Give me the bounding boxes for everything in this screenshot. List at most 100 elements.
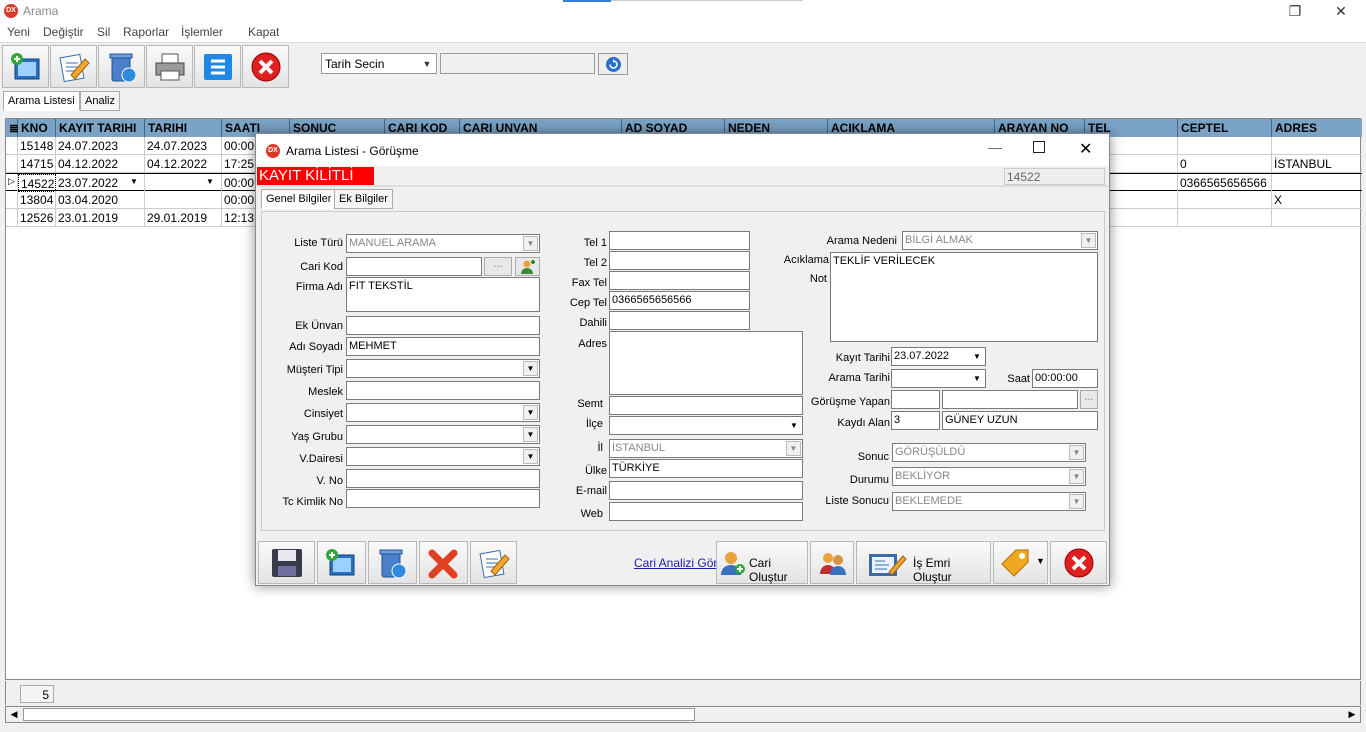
adres-input[interactable]: [609, 331, 803, 395]
tag-icon: [1001, 549, 1029, 577]
cinsiyet-select[interactable]: ▼: [346, 403, 540, 422]
liste-sonucu-select[interactable]: BEKLEMEDE ▼: [892, 492, 1086, 511]
tel2-input[interactable]: [609, 251, 750, 270]
saat-input[interactable]: 00:00:00: [1032, 369, 1098, 388]
musteri-tipi-select[interactable]: ▼: [346, 359, 540, 378]
liste-turu-select[interactable]: MANUEL ARAMA ▼: [346, 234, 540, 253]
close-dialog-icon[interactable]: ✕: [1079, 139, 1092, 159]
edit-record-button[interactable]: [470, 541, 517, 584]
kaydi-alan-code[interactable]: 3: [891, 411, 940, 430]
close-window-icon[interactable]: ✕: [1318, 0, 1364, 24]
scroll-right-icon[interactable]: ▶: [1344, 707, 1360, 722]
scroll-left-icon[interactable]: ◀: [6, 707, 22, 722]
is-emri-olustur-button[interactable]: İş Emri Oluştur: [856, 541, 991, 584]
col-ceptel[interactable]: CEPTEL: [1178, 119, 1272, 137]
arama-tarihi-date[interactable]: ▼: [891, 369, 986, 388]
label-saat: Saat: [1007, 373, 1030, 385]
label-gorusme-yapan: Görüşme Yapan: [810, 396, 890, 408]
ulke-input[interactable]: TÜRKİYE: [609, 459, 803, 478]
arama-nedeni-select[interactable]: BİLGİ ALMAK ▼: [902, 231, 1098, 250]
menu-degistir[interactable]: Değiştir: [43, 25, 84, 39]
new-button[interactable]: [317, 541, 366, 584]
cell-kayit-tarihi: 03.04.2020: [56, 191, 145, 209]
tab-ek-bilgiler[interactable]: Ek Bilgiler: [334, 189, 393, 209]
tag-button[interactable]: ▼: [993, 541, 1048, 584]
date-select[interactable]: Tarih Secin ▼: [321, 53, 437, 74]
add-cari-button[interactable]: [515, 257, 540, 276]
kayit-tarihi-date[interactable]: 23.07.2022 ▼: [891, 347, 986, 366]
menu-islemler[interactable]: İşlemler: [181, 25, 223, 39]
fax-input[interactable]: [609, 271, 750, 290]
cari-olustur-button[interactable]: Cari Oluştur: [716, 541, 808, 584]
gorusme-yapan-code[interactable]: [891, 390, 940, 409]
tc-kimlik-input[interactable]: [346, 489, 540, 508]
meslek-input[interactable]: [346, 381, 540, 400]
list-button[interactable]: [194, 45, 241, 88]
edit-button[interactable]: [50, 45, 97, 88]
chevron-down-icon[interactable]: ▼: [1036, 556, 1045, 566]
aciklama-textarea[interactable]: TEKLİF VERİLECEK: [830, 252, 1098, 342]
label-aciklama: Acıklama: [783, 254, 829, 266]
gorusme-yapan-name[interactable]: [942, 390, 1078, 409]
sonuc-select[interactable]: GÖRÜŞÜLDÜ ▼: [892, 443, 1086, 462]
restore-icon[interactable]: ❐: [1272, 0, 1318, 24]
cep-input[interactable]: 0366565656566: [609, 291, 750, 310]
tel1-input[interactable]: [609, 231, 750, 250]
col-kno[interactable]: KNO: [18, 119, 56, 137]
col-kayit-tarihi[interactable]: KAYIT TARIHI: [56, 119, 145, 137]
print-button[interactable]: [146, 45, 193, 88]
maximize-icon[interactable]: [1033, 141, 1045, 153]
v-dairesi-select[interactable]: ▼: [346, 447, 540, 466]
email-input[interactable]: [609, 481, 803, 500]
menu-raporlar[interactable]: Raporlar: [123, 25, 169, 39]
gorusme-yapan-browse-button[interactable]: ...: [1080, 390, 1098, 409]
minimize-icon[interactable]: —: [988, 139, 1002, 155]
cari-kod-browse-button[interactable]: ...: [484, 257, 512, 276]
save-button[interactable]: [258, 541, 315, 584]
v-no-input[interactable]: [346, 469, 540, 488]
delete-button[interactable]: [98, 45, 145, 88]
col-adres[interactable]: ADRES: [1272, 119, 1362, 137]
menu-sil[interactable]: Sil: [97, 25, 110, 39]
cell-ceptel: [1178, 137, 1272, 155]
close-dialog-button[interactable]: [1050, 541, 1107, 584]
row-indicator: [6, 209, 18, 227]
cari-kod-input[interactable]: [346, 257, 482, 276]
durumu-select[interactable]: BEKLİYOR ▼: [892, 467, 1086, 486]
col-tarihi[interactable]: TARIHI: [145, 119, 222, 137]
cancel-button[interactable]: [419, 541, 468, 584]
yas-grubu-select[interactable]: ▼: [346, 425, 540, 444]
add-user-icon: [721, 552, 745, 575]
grid-selector-icon[interactable]: ≣: [6, 119, 19, 137]
refresh-button[interactable]: [598, 53, 628, 75]
delete-record-button[interactable]: [368, 541, 417, 584]
label-yas-grubu: Yaş Grubu: [291, 431, 343, 443]
kaydi-alan-name[interactable]: GÜNEY UZUN: [942, 411, 1098, 430]
dahili-input[interactable]: [609, 311, 750, 330]
chevron-down-icon: ▼: [523, 405, 538, 420]
menu-yeni[interactable]: Yeni: [7, 25, 30, 39]
contacts-button[interactable]: [810, 541, 854, 584]
ek-unvan-input[interactable]: [346, 316, 540, 335]
scroll-thumb[interactable]: [23, 708, 695, 721]
date-input[interactable]: [440, 53, 595, 74]
menu-kapat[interactable]: Kapat: [248, 25, 279, 39]
tab-analiz[interactable]: Analiz: [80, 91, 120, 111]
chevron-down-icon[interactable]: ▼: [206, 177, 214, 186]
tab-arama-listesi[interactable]: Arama Listesi: [3, 91, 80, 111]
label-ek-unvan: Ek Ünvan: [295, 320, 343, 332]
cari-analizi-link[interactable]: Cari Analizi Gör: [634, 556, 717, 570]
new-record-button[interactable]: [2, 45, 49, 88]
chevron-down-icon[interactable]: ▼: [130, 177, 138, 186]
sonuc-value: GÖRÜŞÜLDÜ: [895, 446, 966, 458]
web-input[interactable]: [609, 502, 803, 521]
horizontal-scrollbar[interactable]: ◀ ▶: [5, 706, 1361, 723]
ilce-select[interactable]: ▼: [609, 416, 803, 435]
firma-adi-input[interactable]: FIT TEKSTİL: [346, 277, 540, 312]
adi-soyadi-input[interactable]: MEHMET: [346, 337, 540, 356]
close-button[interactable]: [242, 45, 289, 88]
il-select[interactable]: İSTANBUL ▼: [609, 439, 803, 458]
semt-input[interactable]: [609, 396, 803, 415]
tab-genel-bilgiler[interactable]: Genel Bilgiler: [261, 189, 337, 209]
chevron-down-icon: ▼: [1069, 494, 1084, 509]
